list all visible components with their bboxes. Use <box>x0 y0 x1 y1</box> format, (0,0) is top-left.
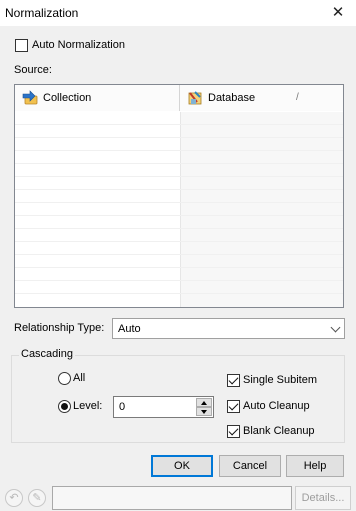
row-gridline <box>15 293 343 294</box>
blank-cleanup-checkbox[interactable] <box>227 425 240 438</box>
single-subitem-checkbox[interactable] <box>227 374 240 387</box>
source-list[interactable]: Collection Database / <box>14 84 344 308</box>
row-gridline <box>15 202 343 203</box>
close-icon[interactable]: ✕ <box>320 0 356 26</box>
blank-cleanup-label: Blank Cleanup <box>243 425 315 437</box>
level-stepper[interactable]: 0 <box>113 396 214 418</box>
sort-indicator: / <box>296 92 299 103</box>
auto-normalization-label: Auto Normalization <box>32 39 125 51</box>
row-gridline <box>15 228 343 229</box>
undo-icon[interactable]: ↶ <box>5 489 23 507</box>
auto-normalization-checkbox[interactable] <box>15 39 28 52</box>
ok-button[interactable]: OK <box>151 455 213 477</box>
auto-cleanup-label: Auto Cleanup <box>243 400 310 412</box>
level-radio-label: Level: <box>73 400 103 412</box>
row-gridline <box>15 215 343 216</box>
details-button[interactable]: Details... <box>295 486 351 510</box>
cascading-legend: Cascading <box>19 348 75 360</box>
column-separator <box>180 112 181 307</box>
spin-down-button[interactable] <box>196 407 212 416</box>
window-title: Normalization <box>5 6 79 20</box>
row-gridline <box>15 189 343 190</box>
collection-arrow-icon <box>22 90 38 105</box>
row-gridline <box>15 254 343 255</box>
column-label-collection: Collection <box>43 92 92 104</box>
auto-cleanup-checkbox[interactable] <box>227 400 240 413</box>
row-gridline <box>15 241 343 242</box>
row-gridline <box>15 280 343 281</box>
column-label-database: Database <box>208 92 256 104</box>
spin-up-button[interactable] <box>196 398 212 407</box>
level-spin-buttons <box>196 398 212 416</box>
relationship-type-value: Auto <box>118 323 141 335</box>
relationship-type-select[interactable]: Auto <box>112 318 345 339</box>
all-radio-label: All <box>73 372 86 384</box>
row-gridline <box>15 137 343 138</box>
arrow-up-icon <box>201 401 207 405</box>
row-gridline <box>15 124 343 125</box>
row-gridline <box>15 163 343 164</box>
source-label: Source: <box>14 64 52 76</box>
relationship-type-label: Relationship Type: <box>14 322 105 334</box>
level-value: 0 <box>119 401 126 413</box>
row-gridline <box>15 176 343 177</box>
row-gridline <box>15 267 343 268</box>
single-subitem-label: Single Subitem <box>243 374 317 386</box>
chevron-down-icon <box>330 322 341 333</box>
help-button[interactable]: Help <box>286 455 344 477</box>
list-header: Collection Database / <box>15 85 343 111</box>
row-gridline <box>15 150 343 151</box>
all-radio[interactable] <box>58 372 71 385</box>
arrow-down-icon <box>201 410 207 414</box>
level-radio[interactable] <box>58 400 71 413</box>
database-icon <box>188 91 202 105</box>
pencil-icon[interactable]: ✎ <box>28 489 46 507</box>
status-field <box>52 486 292 510</box>
column-header-collection[interactable]: Collection <box>15 85 180 111</box>
column-header-database[interactable]: Database / <box>180 85 343 111</box>
title-bar: Normalization ✕ <box>0 0 356 26</box>
cancel-button[interactable]: Cancel <box>219 455 281 477</box>
list-body[interactable] <box>15 112 343 307</box>
database-column-bg <box>180 112 343 307</box>
